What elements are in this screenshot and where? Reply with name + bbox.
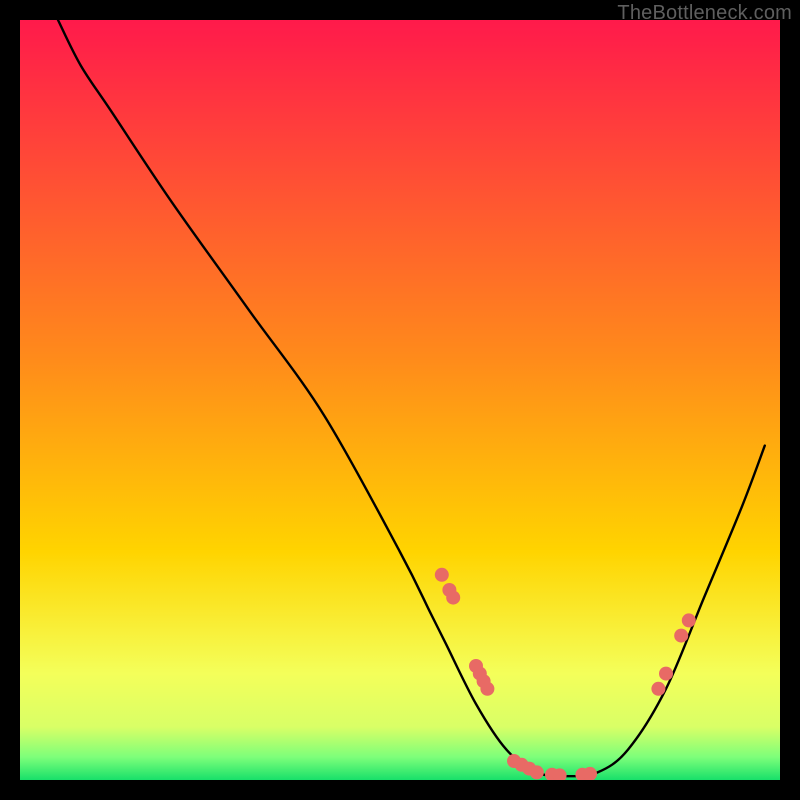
watermark-text: TheBottleneck.com [617,2,792,25]
data-marker [446,591,460,605]
chart-frame [20,20,780,780]
data-marker [480,682,494,696]
data-marker [530,765,544,779]
data-marker [674,629,688,643]
data-marker [682,613,696,627]
data-marker [435,568,449,582]
chart-svg [20,20,780,780]
gradient-background [20,20,780,780]
data-marker [659,667,673,681]
data-marker [651,682,665,696]
